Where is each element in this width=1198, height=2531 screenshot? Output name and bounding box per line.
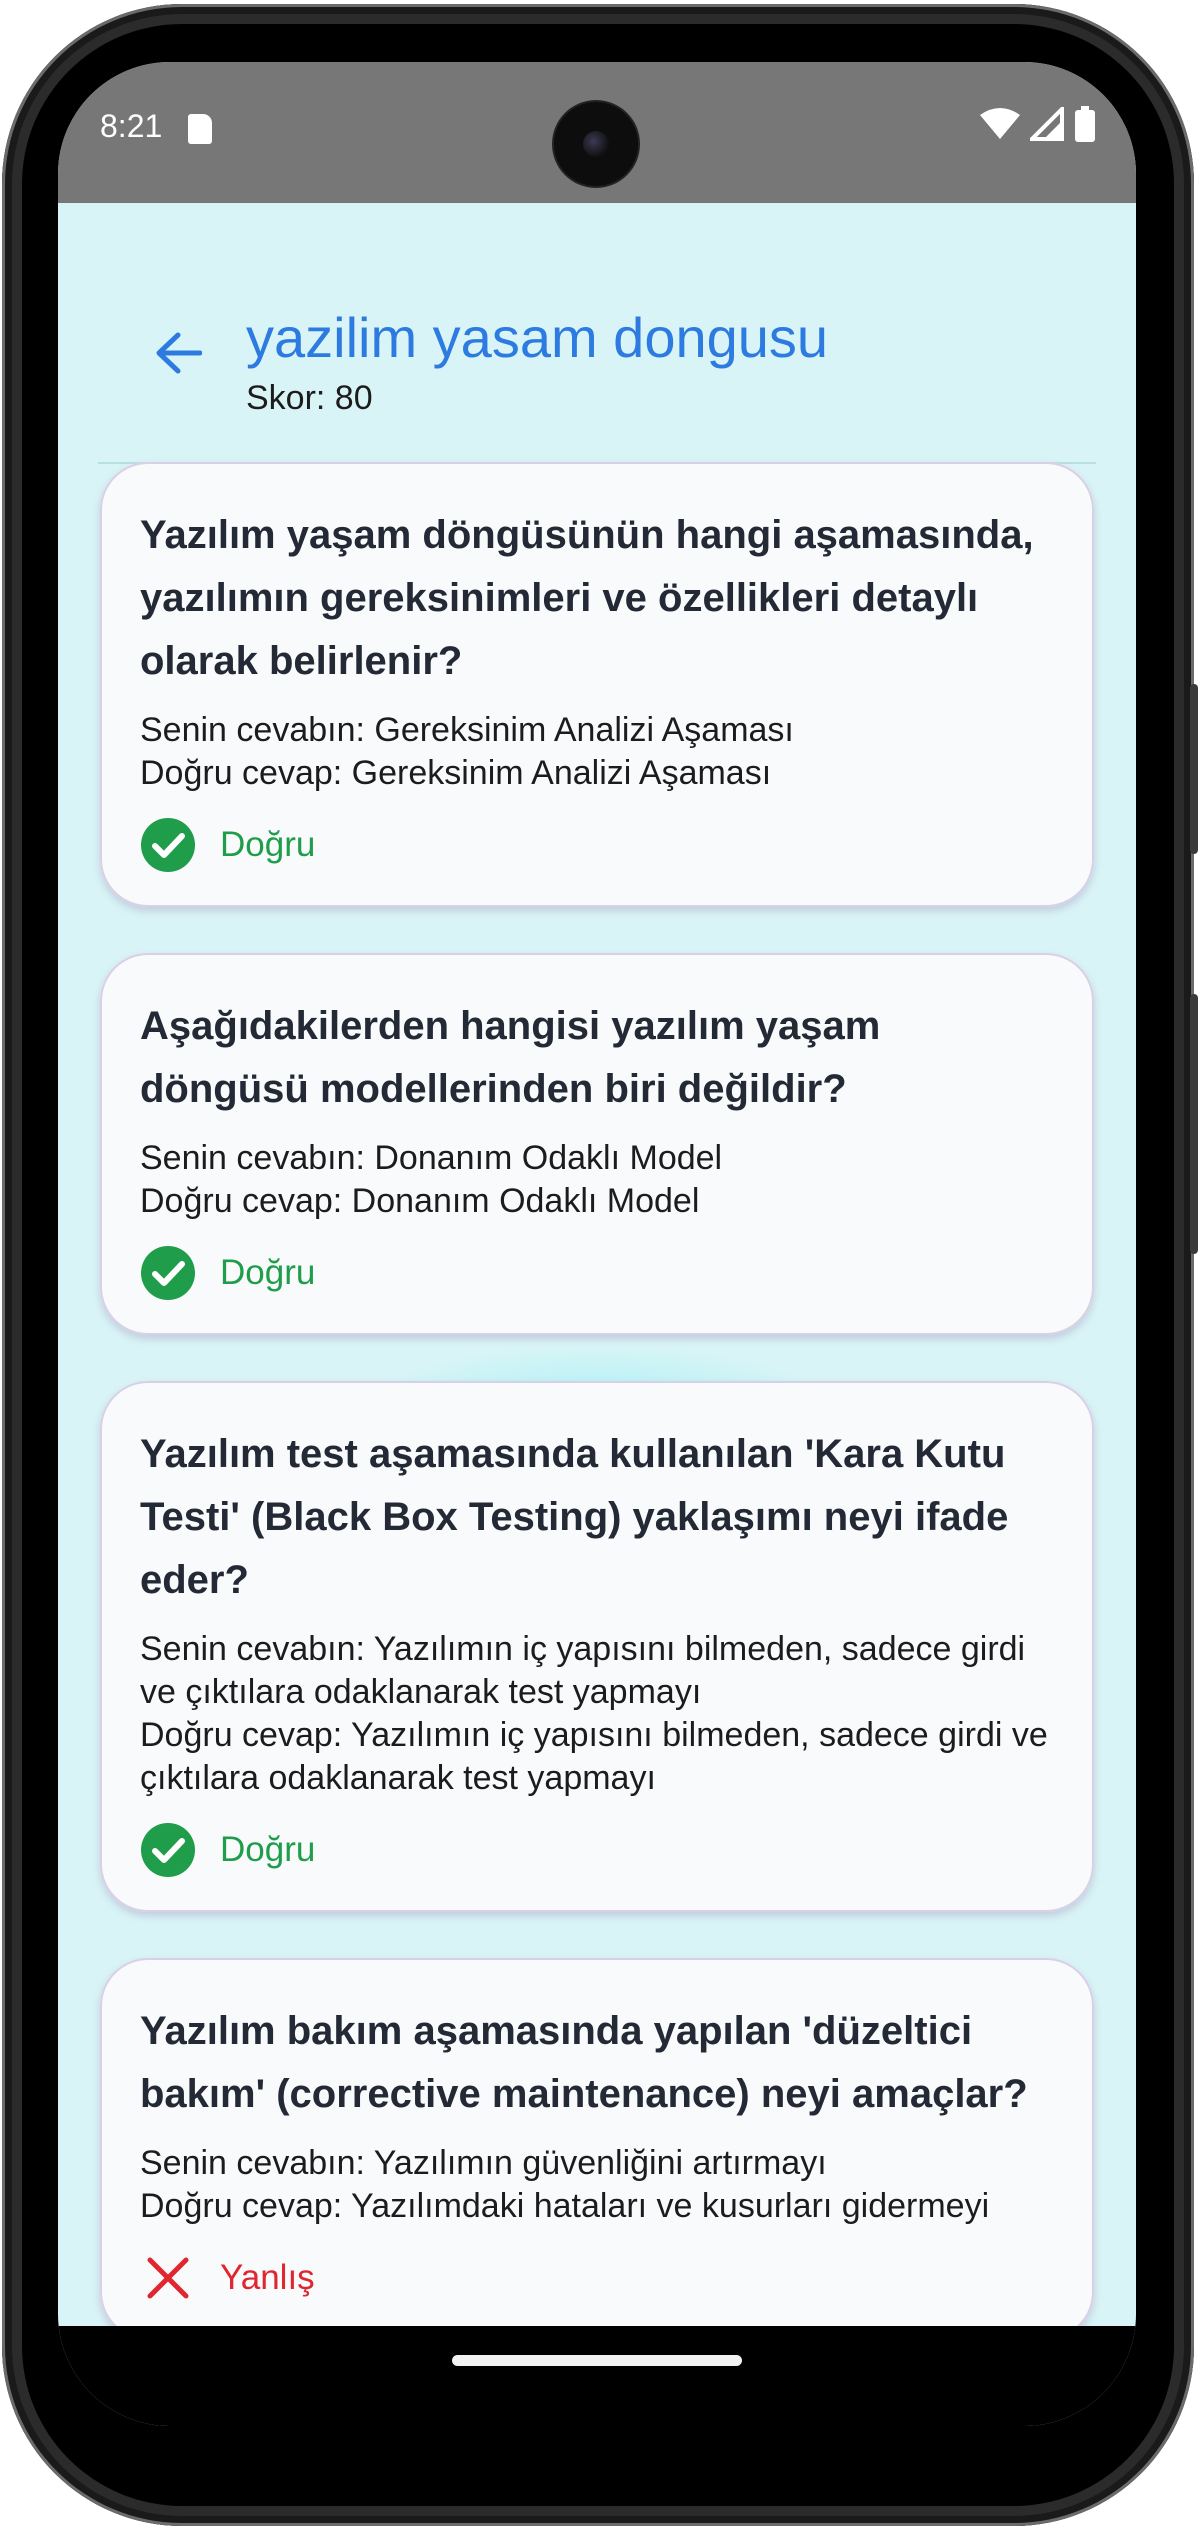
- home-indicator[interactable]: [452, 2355, 742, 2366]
- results-list: Yazılım yaşam döngüsünün hangi aşamasınd…: [100, 462, 1094, 2386]
- page-title: yazilim yasam dongusu: [246, 306, 829, 369]
- your-answer: Senin cevabın: Donanım Odaklı Model: [140, 1139, 723, 1177]
- status-label: Yanlış: [220, 2258, 315, 2297]
- check-circle-icon: [140, 1822, 196, 1878]
- check-circle-icon: [140, 1245, 196, 1301]
- app-bar: yazilim yasam dongusu Skor: 80: [58, 203, 1136, 464]
- app-screen: 8:21 yazilim yasam dongusu Skor: 80 Yazı…: [58, 62, 1136, 2426]
- score-label: Skor: 80: [246, 379, 373, 417]
- check-circle-icon: [140, 817, 196, 873]
- arrow-left-icon: [156, 332, 202, 374]
- question-text: Yazılım yaşam döngüsünün hangi aşamasınd…: [140, 513, 1034, 683]
- correct-answer: Doğru cevap: Yazılımın iç yapısını bilme…: [140, 1716, 1048, 1797]
- question-text: Yazılım bakım aşamasında yapılan 'düzelt…: [140, 2009, 1028, 2116]
- result-card: Yazılım bakım aşamasında yapılan 'düzelt…: [100, 1958, 1094, 2340]
- status-time: 8:21: [100, 108, 163, 144]
- question-text: Aşağıdakilerden hangisi yazılım yaşam dö…: [140, 1004, 881, 1111]
- status-label: Doğru: [220, 1830, 316, 1869]
- sd-card-icon: [188, 114, 212, 144]
- power-button: [1190, 684, 1198, 854]
- your-answer: Senin cevabın: Yazılımın güvenliğini art…: [140, 2144, 827, 2182]
- result-status: Doğru: [140, 815, 1054, 875]
- result-status: Doğru: [140, 1243, 1054, 1303]
- your-answer: Senin cevabın: Gereksinim Analizi Aşamas…: [140, 711, 794, 749]
- phone-frame: 8:21 yazilim yasam dongusu Skor: 80 Yazı…: [2, 4, 1198, 2526]
- correct-answer: Doğru cevap: Donanım Odaklı Model: [140, 1182, 700, 1220]
- your-answer: Senin cevabın: Yazılımın iç yapısını bil…: [140, 1630, 1026, 1711]
- result-status: Yanlış: [140, 2248, 1054, 2308]
- battery-icon: [1074, 105, 1096, 147]
- correct-answer: Doğru cevap: Gereksinim Analizi Aşaması: [140, 754, 772, 792]
- status-label: Doğru: [220, 825, 316, 864]
- back-button[interactable]: [134, 309, 222, 397]
- wifi-icon: [980, 107, 1020, 146]
- question-text: Yazılım test aşamasında kullanılan 'Kara…: [140, 1432, 1009, 1602]
- navigation-bar: [58, 2326, 1136, 2426]
- signal-icon: [1027, 103, 1064, 146]
- correct-answer: Doğru cevap: Yazılımdaki hataları ve kus…: [140, 2187, 990, 2225]
- status-label: Doğru: [220, 1253, 316, 1292]
- result-status: Doğru: [140, 1820, 1054, 1880]
- status-bar: 8:21: [58, 62, 1136, 203]
- result-card: Aşağıdakilerden hangisi yazılım yaşam dö…: [100, 953, 1094, 1335]
- front-camera: [554, 102, 638, 186]
- close-x-icon: [140, 2250, 196, 2306]
- result-card: Yazılım test aşamasında kullanılan 'Kara…: [100, 1381, 1094, 1912]
- volume-button: [1190, 994, 1198, 1254]
- status-icons: [980, 103, 1096, 147]
- result-card: Yazılım yaşam döngüsünün hangi aşamasınd…: [100, 462, 1094, 907]
